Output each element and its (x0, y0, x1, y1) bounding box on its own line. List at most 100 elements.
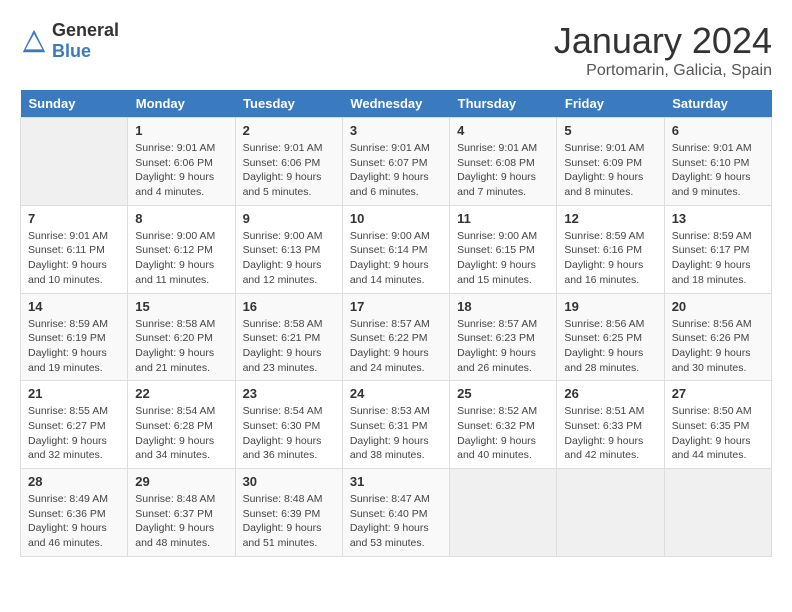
calendar-cell: 2Sunrise: 9:01 AM Sunset: 6:06 PM Daylig… (235, 118, 342, 206)
calendar-cell (450, 469, 557, 557)
cell-info: Sunrise: 8:59 AM Sunset: 6:17 PM Dayligh… (672, 229, 764, 288)
cell-info: Sunrise: 8:58 AM Sunset: 6:21 PM Dayligh… (243, 317, 335, 376)
calendar-cell: 26 Sunrise: 8:51 AM Sunset: 6:33 PM Dayli… (557, 381, 664, 469)
col-header-thursday: Thursday (450, 90, 557, 118)
calendar-cell: 7 Sunrise: 9:01 AM Sunset: 6:11 PM Daylig… (21, 205, 128, 293)
col-header-monday: Monday (128, 90, 235, 118)
cell-info: Sunrise: 8:55 AM Sunset: 6:27 PM Dayligh… (28, 404, 120, 463)
calendar-cell: 28 Sunrise: 8:49 AM Sunset: 6:36 PM Dayli… (21, 469, 128, 557)
cell-info: Sunrise: 9:01 AM Sunset: 6:07 PM Dayligh… (350, 141, 442, 200)
cell-info: Sunrise: 8:57 AM Sunset: 6:22 PM Dayligh… (350, 317, 442, 376)
col-header-sunday: Sunday (21, 90, 128, 118)
day-number: 24 (350, 386, 442, 401)
cell-info: Sunrise: 8:49 AM Sunset: 6:36 PM Dayligh… (28, 492, 120, 551)
cell-info: Sunrise: 8:54 AM Sunset: 6:30 PM Dayligh… (243, 404, 335, 463)
day-number: 18 (457, 299, 549, 314)
month-title: January 2024 (554, 20, 772, 62)
calendar-cell: 5Sunrise: 9:01 AM Sunset: 6:09 PM Daylig… (557, 118, 664, 206)
calendar-table: SundayMondayTuesdayWednesdayThursdayFrid… (20, 90, 772, 557)
header-row: SundayMondayTuesdayWednesdayThursdayFrid… (21, 90, 772, 118)
calendar-cell: 25 Sunrise: 8:52 AM Sunset: 6:32 PM Dayli… (450, 381, 557, 469)
calendar-cell: 31 Sunrise: 8:47 AM Sunset: 6:40 PM Dayli… (342, 469, 449, 557)
cell-info: Sunrise: 9:01 AM Sunset: 6:10 PM Dayligh… (672, 141, 764, 200)
day-number: 25 (457, 386, 549, 401)
logo: General Blue (20, 20, 119, 62)
col-header-friday: Friday (557, 90, 664, 118)
day-number: 3 (350, 123, 442, 138)
day-number: 8 (135, 211, 227, 226)
calendar-cell: 27Sunrise: 8:50 AM Sunset: 6:35 PM Dayli… (664, 381, 771, 469)
day-number: 26 (564, 386, 656, 401)
cell-info: Sunrise: 8:50 AM Sunset: 6:35 PM Dayligh… (672, 404, 764, 463)
day-number: 17 (350, 299, 442, 314)
day-number: 6 (672, 123, 764, 138)
day-number: 11 (457, 211, 549, 226)
day-number: 29 (135, 474, 227, 489)
day-number: 16 (243, 299, 335, 314)
cell-info: Sunrise: 8:47 AM Sunset: 6:40 PM Dayligh… (350, 492, 442, 551)
calendar-cell: 6 Sunrise: 9:01 AM Sunset: 6:10 PM Daylig… (664, 118, 771, 206)
calendar-cell: 19 Sunrise: 8:56 AM Sunset: 6:25 PM Dayli… (557, 293, 664, 381)
calendar-cell: 21 Sunrise: 8:55 AM Sunset: 6:27 PM Dayli… (21, 381, 128, 469)
title-block: January 2024 Portomarin, Galicia, Spain (554, 20, 772, 80)
cell-info: Sunrise: 8:51 AM Sunset: 6:33 PM Dayligh… (564, 404, 656, 463)
col-header-tuesday: Tuesday (235, 90, 342, 118)
calendar-cell: 10Sunrise: 9:00 AM Sunset: 6:14 PM Dayli… (342, 205, 449, 293)
day-number: 5 (564, 123, 656, 138)
week-row-5: 28 Sunrise: 8:49 AM Sunset: 6:36 PM Dayli… (21, 469, 772, 557)
calendar-cell: 16 Sunrise: 8:58 AM Sunset: 6:21 PM Dayli… (235, 293, 342, 381)
logo-blue: Blue (52, 41, 91, 61)
calendar-cell: 8Sunrise: 9:00 AM Sunset: 6:12 PM Daylig… (128, 205, 235, 293)
page-header: General Blue January 2024 Portomarin, Ga… (20, 20, 772, 80)
location-title: Portomarin, Galicia, Spain (554, 62, 772, 80)
cell-info: Sunrise: 8:48 AM Sunset: 6:39 PM Dayligh… (243, 492, 335, 551)
calendar-cell: 12Sunrise: 8:59 AM Sunset: 6:16 PM Dayli… (557, 205, 664, 293)
calendar-cell: 15 Sunrise: 8:58 AM Sunset: 6:20 PM Dayli… (128, 293, 235, 381)
week-row-1: 1 Sunrise: 9:01 AM Sunset: 6:06 PM Daylig… (21, 118, 772, 206)
calendar-cell: 3 Sunrise: 9:01 AM Sunset: 6:07 PM Daylig… (342, 118, 449, 206)
week-row-3: 14 Sunrise: 8:59 AM Sunset: 6:19 PM Dayli… (21, 293, 772, 381)
calendar-cell: 24 Sunrise: 8:53 AM Sunset: 6:31 PM Dayli… (342, 381, 449, 469)
cell-info: Sunrise: 8:52 AM Sunset: 6:32 PM Dayligh… (457, 404, 549, 463)
day-number: 15 (135, 299, 227, 314)
cell-info: Sunrise: 8:58 AM Sunset: 6:20 PM Dayligh… (135, 317, 227, 376)
day-number: 14 (28, 299, 120, 314)
day-number: 7 (28, 211, 120, 226)
cell-info: Sunrise: 8:59 AM Sunset: 6:19 PM Dayligh… (28, 317, 120, 376)
calendar-cell: 1 Sunrise: 9:01 AM Sunset: 6:06 PM Daylig… (128, 118, 235, 206)
cell-info: Sunrise: 8:48 AM Sunset: 6:37 PM Dayligh… (135, 492, 227, 551)
cell-info: Sunrise: 9:01 AM Sunset: 6:06 PM Dayligh… (243, 141, 335, 200)
day-number: 20 (672, 299, 764, 314)
cell-info: Sunrise: 8:54 AM Sunset: 6:28 PM Dayligh… (135, 404, 227, 463)
cell-info: Sunrise: 8:56 AM Sunset: 6:25 PM Dayligh… (564, 317, 656, 376)
calendar-cell: 20 Sunrise: 8:56 AM Sunset: 6:26 PM Dayli… (664, 293, 771, 381)
calendar-cell: 22Sunrise: 8:54 AM Sunset: 6:28 PM Dayli… (128, 381, 235, 469)
day-number: 13 (672, 211, 764, 226)
day-number: 28 (28, 474, 120, 489)
cell-info: Sunrise: 9:01 AM Sunset: 6:11 PM Dayligh… (28, 229, 120, 288)
cell-info: Sunrise: 9:01 AM Sunset: 6:08 PM Dayligh… (457, 141, 549, 200)
calendar-cell: 30Sunrise: 8:48 AM Sunset: 6:39 PM Dayli… (235, 469, 342, 557)
cell-info: Sunrise: 8:56 AM Sunset: 6:26 PM Dayligh… (672, 317, 764, 376)
col-header-saturday: Saturday (664, 90, 771, 118)
calendar-cell: 23 Sunrise: 8:54 AM Sunset: 6:30 PM Dayli… (235, 381, 342, 469)
day-number: 1 (135, 123, 227, 138)
day-number: 31 (350, 474, 442, 489)
cell-info: Sunrise: 8:53 AM Sunset: 6:31 PM Dayligh… (350, 404, 442, 463)
calendar-cell: 4Sunrise: 9:01 AM Sunset: 6:08 PM Daylig… (450, 118, 557, 206)
calendar-cell: 17 Sunrise: 8:57 AM Sunset: 6:22 PM Dayli… (342, 293, 449, 381)
calendar-cell (557, 469, 664, 557)
day-number: 9 (243, 211, 335, 226)
day-number: 23 (243, 386, 335, 401)
cell-info: Sunrise: 8:59 AM Sunset: 6:16 PM Dayligh… (564, 229, 656, 288)
calendar-cell (21, 118, 128, 206)
cell-info: Sunrise: 9:01 AM Sunset: 6:06 PM Dayligh… (135, 141, 227, 200)
day-number: 21 (28, 386, 120, 401)
day-number: 10 (350, 211, 442, 226)
cell-info: Sunrise: 8:57 AM Sunset: 6:23 PM Dayligh… (457, 317, 549, 376)
day-number: 19 (564, 299, 656, 314)
calendar-cell: 9Sunrise: 9:00 AM Sunset: 6:13 PM Daylig… (235, 205, 342, 293)
calendar-cell: 29 Sunrise: 8:48 AM Sunset: 6:37 PM Dayli… (128, 469, 235, 557)
calendar-cell: 13 Sunrise: 8:59 AM Sunset: 6:17 PM Dayli… (664, 205, 771, 293)
calendar-cell: 11Sunrise: 9:00 AM Sunset: 6:15 PM Dayli… (450, 205, 557, 293)
